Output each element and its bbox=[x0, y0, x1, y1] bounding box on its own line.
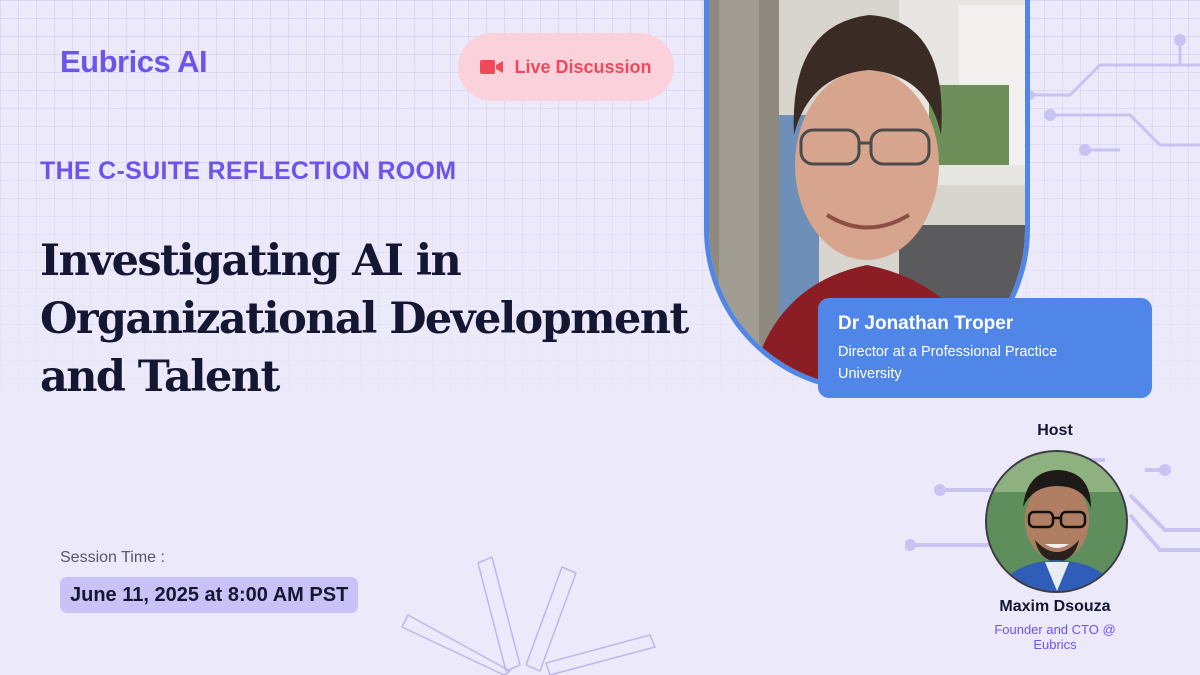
host-name: Maxim Dsouza bbox=[999, 598, 1111, 615]
host-title: Founder and CTO @ Eubrics bbox=[994, 622, 1116, 652]
speaker-name: Dr Jonathan Troper bbox=[838, 313, 1014, 334]
live-discussion-badge: Live Discussion bbox=[458, 33, 674, 101]
event-headline: Investigating AI in Organizational Devel… bbox=[40, 236, 689, 402]
host-portrait-illustration bbox=[987, 452, 1126, 591]
host-photo bbox=[985, 450, 1128, 593]
burst-decoration bbox=[400, 555, 657, 675]
host-label: Host bbox=[1037, 422, 1073, 439]
live-discussion-label: Live Discussion bbox=[514, 56, 652, 77]
series-title: THE C-SUITE REFLECTION ROOM bbox=[40, 157, 457, 185]
brand-logo: Eubrics AI bbox=[60, 44, 208, 79]
speaker-title: Director at a Professional Practice Univ… bbox=[838, 344, 1058, 382]
video-camera-icon bbox=[480, 60, 504, 74]
session-time-value: June 11, 2025 at 8:00 AM PST bbox=[60, 577, 359, 613]
circuit-decoration-top bbox=[1030, 34, 1200, 156]
speaker-card: Dr Jonathan Troper Director at a Profess… bbox=[818, 298, 1152, 398]
session-time-label: Session Time : bbox=[60, 549, 165, 566]
